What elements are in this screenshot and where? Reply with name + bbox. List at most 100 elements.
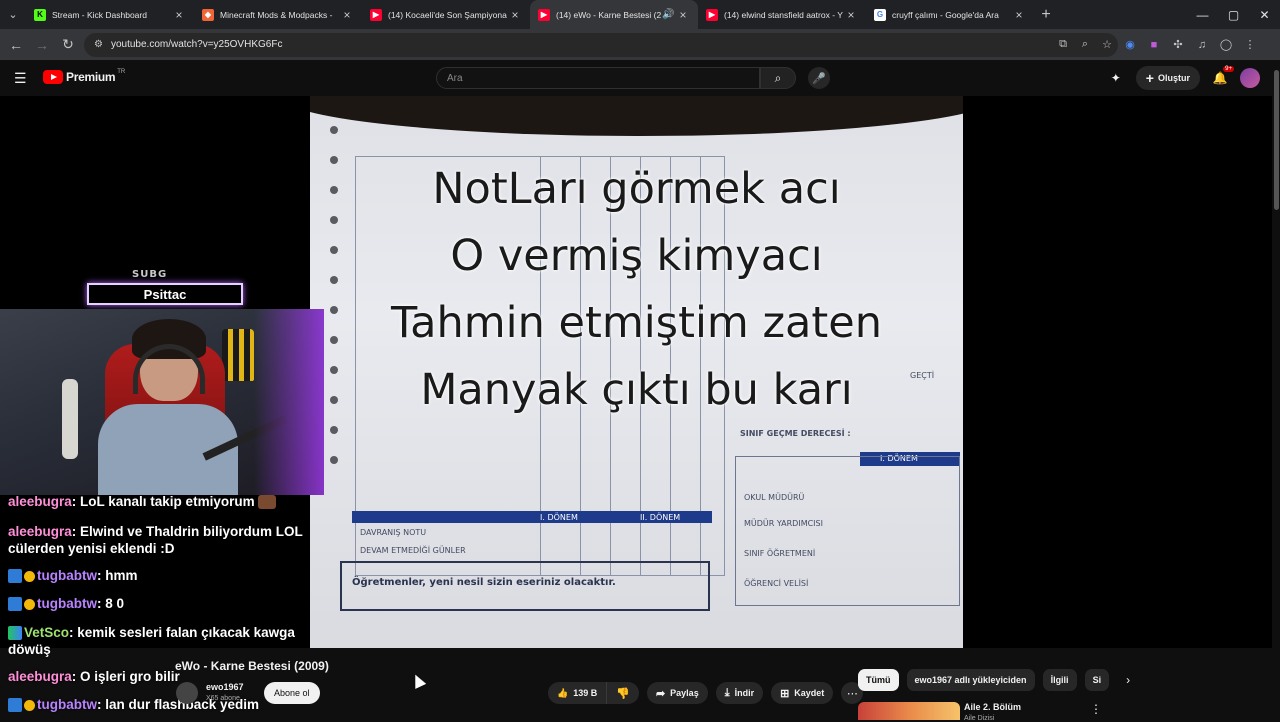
absence-label: DEVAM ETMEDİĞİ GÜNLER (360, 546, 466, 555)
coin-badge-icon (24, 570, 35, 582)
media-control-icon[interactable]: ♫ (1190, 33, 1214, 57)
close-icon[interactable]: × (676, 8, 690, 22)
subscriber-count: X65 abone (206, 695, 240, 702)
tab-search-icon[interactable]: ⌄ (0, 0, 26, 29)
youtube-logo[interactable]: Premium TR (43, 69, 125, 84)
streamer-webcam (0, 309, 324, 495)
teacher-quote-box: Öğretmenler, yeni nesil sizin eseriniz o… (340, 561, 710, 611)
tab-google[interactable]: G cruyff çalımı - Google'da Ara × (866, 0, 1034, 29)
recommended-menu-icon[interactable]: ⋮ (1090, 702, 1102, 716)
speaker-icon[interactable]: 🔊 (662, 9, 676, 20)
tab-youtube-karne[interactable]: ▶ (14) eWo - Karne Bestesi (2 🔊 × (530, 0, 698, 29)
download-button[interactable]: ⤓ İndir (715, 682, 764, 704)
back-icon[interactable]: ← (4, 33, 28, 57)
chat-username: aleebugra (8, 494, 72, 509)
term-label: I. DÖNEM (540, 513, 578, 522)
reload-icon[interactable]: ↻ (56, 33, 80, 57)
share-button[interactable]: ➦ Paylaş (646, 682, 708, 704)
tab-title: (14) Kocaeli'de Son Şampiyona (388, 9, 507, 20)
save-button[interactable]: ⊞ Kaydet (771, 682, 834, 704)
close-icon[interactable]: × (172, 8, 186, 22)
chat-username: aleebugra (8, 524, 72, 539)
prime-badge-icon (8, 597, 22, 612)
behaviour-label: DAVRANIŞ NOTU (360, 528, 427, 537)
latest-sub-name: Psittac (87, 283, 243, 305)
tab-title: cruyff çalımı - Google'da Ara (892, 9, 999, 20)
chip-from-uploader[interactable]: ewo1967 adlı yükleyiciden (906, 669, 1035, 691)
recommended-title[interactable]: Aile 2. Bölüm (964, 702, 1021, 712)
page-scrollbar[interactable] (1272, 60, 1280, 720)
profile-icon[interactable]: ◯ (1214, 33, 1238, 57)
parent-label: ÖĞRENCİ VELİSİ (744, 579, 809, 588)
bookmark-star-icon[interactable]: ☆ (1096, 38, 1118, 51)
close-icon[interactable]: × (340, 8, 354, 22)
jersey (222, 329, 254, 381)
teacher-quote: Öğretmenler, yeni nesil sizin eseriniz o… (352, 577, 616, 588)
scrollbar-thumb[interactable] (1274, 70, 1279, 210)
download-label: İndir (734, 688, 755, 698)
youtube-icon: ▶ (706, 8, 718, 21)
chat-username: tugbabtw (37, 596, 97, 611)
bell-icon[interactable]: 🔔 9+ (1208, 66, 1234, 90)
save-icon: ⊞ (780, 687, 790, 700)
chip-more[interactable]: Si (1084, 669, 1110, 691)
tab-title: Stream - Kick Dashboard (52, 9, 147, 20)
recommended-thumbnail[interactable] (858, 702, 960, 720)
extensions-puzzle-icon[interactable]: ✣ (1166, 33, 1190, 57)
url-text[interactable]: youtube.com/watch?v=y25OVHKG6Fc (111, 39, 1052, 50)
video-actions: 👍 139 B 👎 ➦ Paylaş ⤓ İndir ⊞ Kaydet ⋯ (548, 682, 864, 704)
lyric-line: Tahmin etmiştim zaten (391, 298, 882, 348)
recommended-channel[interactable]: Aile Dizisi (964, 715, 994, 722)
forward-icon[interactable]: → (30, 33, 54, 57)
chip-all[interactable]: Tümü (858, 669, 899, 691)
guitar (62, 379, 78, 459)
menu-icon[interactable]: ☰ (14, 70, 30, 86)
google-icon: G (874, 8, 886, 21)
like-button[interactable]: 👍 139 B (548, 682, 608, 704)
kick-icon: K (34, 8, 46, 21)
tab-youtube-kocaeli[interactable]: ▶ (14) Kocaeli'de Son Şampiyona × (362, 0, 530, 29)
close-window-icon[interactable]: ✕ (1249, 0, 1280, 29)
omnibox[interactable]: ⚙ youtube.com/watch?v=y25OVHKG6Fc ⧉ ⌕ ☆ (84, 32, 1118, 57)
share-icon: ➦ (655, 687, 666, 700)
like-count: 139 B (573, 688, 598, 698)
emote-icon (258, 495, 277, 510)
youtube-header: ☰ Premium TR Ara ⌕ 🎤 ✦ + Oluştur 🔔 9+ (0, 60, 1280, 96)
zoom-icon[interactable]: ⌕ (1074, 38, 1096, 51)
close-icon[interactable]: × (1012, 8, 1026, 22)
chevron-right-icon[interactable]: › (1117, 669, 1139, 691)
sparkle-icon[interactable]: ✦ (1104, 66, 1128, 90)
maximize-icon[interactable]: ▢ (1218, 0, 1249, 29)
site-info-icon[interactable]: ⚙ (94, 39, 103, 50)
extension-wave-icon[interactable]: ◉ (1118, 33, 1142, 57)
lyrics-overlay: NotLarı görmek acı O vermiş kimyacı Tahm… (310, 156, 963, 424)
avatar[interactable] (1240, 68, 1260, 88)
search-icon[interactable]: ⌕ (760, 67, 796, 89)
plus-icon: + (1145, 70, 1154, 86)
brand-label: Premium (66, 70, 116, 84)
signature-box: OKUL MÜDÜRÜ MÜDÜR YARDIMCISI SINIF ÖĞRET… (735, 456, 960, 606)
channel-name[interactable]: ewo1967 (206, 682, 244, 692)
browser-menu-icon[interactable]: ⋮ (1238, 33, 1262, 57)
microphone-icon[interactable]: 🎤 (808, 67, 830, 89)
search-input[interactable]: Ara (436, 67, 760, 89)
minimize-icon[interactable]: — (1187, 0, 1218, 29)
install-icon[interactable]: ⧉ (1052, 38, 1074, 51)
principal-label: OKUL MÜDÜRÜ (744, 493, 805, 502)
chip-related[interactable]: İlgili (1042, 669, 1077, 691)
subscribe-button[interactable]: Abone ol (264, 682, 320, 704)
extension-purple-icon[interactable]: ■ (1142, 33, 1166, 57)
tab-curseforge[interactable]: ◆ Minecraft Mods & Modpacks - × (194, 0, 362, 29)
tab-youtube-elwind[interactable]: ▶ (14) elwind stansfield aatrox - Y × (698, 0, 866, 29)
tab-kick[interactable]: K Stream - Kick Dashboard × (26, 0, 194, 29)
youtube-play-icon (43, 70, 63, 84)
term2-label: II. DÖNEM (640, 513, 681, 522)
channel-avatar[interactable] (176, 682, 198, 704)
close-icon[interactable]: × (508, 8, 522, 22)
create-button[interactable]: + Oluştur (1135, 66, 1200, 90)
close-icon[interactable]: × (844, 8, 858, 22)
dislike-button[interactable]: 👎 (607, 682, 639, 704)
new-tab-button[interactable]: + (1034, 6, 1058, 24)
lyric-line: Manyak çıktı bu karı (420, 365, 853, 415)
tab-title: (14) elwind stansfield aatrox - Y (724, 9, 843, 20)
